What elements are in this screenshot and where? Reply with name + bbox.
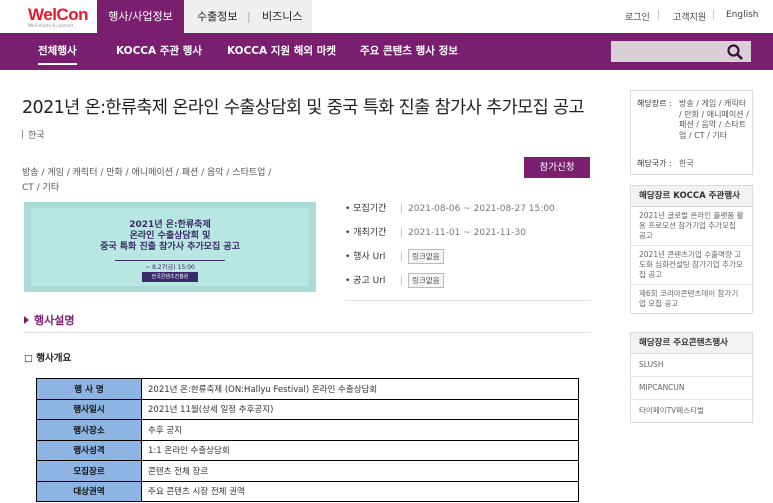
support-link[interactable]: 고객지원 xyxy=(673,10,706,23)
table-row: 행 사 명 2021년 온:한류축제 (ON:Hallyu Festival) 온… xyxy=(36,378,579,400)
sidebar-major-item[interactable]: 타이페이TV페스티벌 xyxy=(631,400,752,422)
welcon-logo[interactable]: WelCon Well-made K-content xyxy=(28,6,88,30)
info-label: 공고 Url xyxy=(353,276,386,286)
table-header-cell: 대상권역 xyxy=(36,480,142,502)
country-marker xyxy=(22,130,23,139)
divider xyxy=(24,332,591,333)
country-text: 한국 xyxy=(28,131,45,141)
table-header-cell: 행사성격 xyxy=(36,439,142,461)
main-nav: 전체행사 KOCCA 주관 행사 KOCCA 지원 해외 마켓 주요 콘텐츠 행… xyxy=(0,33,773,70)
table-cell: 주요 콘텐츠 시장 전체 권역 xyxy=(141,480,579,502)
divider xyxy=(345,300,591,301)
table-cell: 2021년 11월(상세 일정 추후공지) xyxy=(141,398,579,420)
search-icon[interactable] xyxy=(726,43,744,61)
banner-organizer: 한국콘텐츠진흥원 xyxy=(142,272,198,282)
table-cell: 1:1 온라인 수출상담회 xyxy=(141,439,579,461)
subsection-title: □ 행사개요 xyxy=(24,353,72,364)
info-event-url: • 행사 Url | 링크없음 xyxy=(345,249,444,264)
sidebar-major-heading: 해당장르 주요콘텐츠행사 xyxy=(630,332,753,354)
banner-card: 2021년 온:한류축제 온라인 수출상담회 및 중국 특화 진출 참가사 추가… xyxy=(31,208,309,286)
nav-major-content-events[interactable]: 주요 콘텐츠 행사 정보 xyxy=(360,33,458,70)
info-label: 행사 Url xyxy=(353,252,386,262)
sidebar-kocca-heading: 해당장르 KOCCA 주관행사 xyxy=(630,185,753,207)
sidebar-major-list: SLUSH MIPCANCUN 타이페이TV페스티벌 xyxy=(630,354,753,423)
table-header-cell: 행 사 명 xyxy=(36,378,142,400)
info-notice-url: • 공고 Url | 링크없음 xyxy=(345,273,444,288)
table-row: 대상권역 주요 콘텐츠 시장 전체 권역 xyxy=(36,480,579,502)
sidebar-major-item[interactable]: MIPCANCUN xyxy=(631,377,752,400)
top-tab-group: 수출정보 | 비즈니스 xyxy=(184,0,312,33)
top-bar: WelCon Well-made K-content 행사/사업정보 수출정보 … xyxy=(0,0,773,33)
info-event-period: • 개최기간 | 2021-11-01 ~ 2021-11-30 xyxy=(345,228,526,238)
table-cell: 추후 공지 xyxy=(141,419,579,441)
event-url-button[interactable]: 링크없음 xyxy=(408,249,444,264)
tab-business[interactable]: 비즈니스 xyxy=(262,0,302,33)
sidebar-kocca-item[interactable]: 2021년 콘텐츠기업 수출역량 고도화 심화컨설팅 참가기업 추가모집 공고 xyxy=(631,246,752,285)
table-row: 모집장르 콘텐츠 전체 장르 xyxy=(36,460,579,482)
info-label: 개최기간 xyxy=(353,228,387,238)
logo-text: WelCon xyxy=(28,5,88,24)
banner-line-1: 2021년 온:한류축제 xyxy=(129,220,211,230)
table-row: 행사성격 1:1 온라인 수출상담회 xyxy=(36,439,579,461)
util-divider: | xyxy=(712,10,716,20)
nav-kocca-events[interactable]: KOCCA 주관 행사 xyxy=(116,33,202,70)
info-label: 모집기간 xyxy=(353,204,387,214)
nav-kocca-overseas-market[interactable]: KOCCA 지원 해외 마켓 xyxy=(227,33,336,70)
sidebar-genre-value: 방송 / 게임 / 캐릭터 / 만화 / 애니메이션 / 패션 / 음악 / 스… xyxy=(679,99,749,140)
tab-divider: | xyxy=(247,10,251,23)
table-cell: 2021년 온:한류축제 (ON:Hallyu Festival) 온라인 수출… xyxy=(141,378,579,400)
sidebar-meta: 해당장르 : 방송 / 게임 / 캐릭터 / 만화 / 애니메이션 / 패션 /… xyxy=(630,90,753,175)
sidebar-country-label: 해당국가 : xyxy=(637,159,672,168)
sidebar-kocca-item[interactable]: 제6회 코리아콘텐츠데이 참가기업 모집 공고 xyxy=(631,285,752,313)
tab-event-info[interactable]: 행사/사업정보 xyxy=(97,0,184,33)
table-cell: 콘텐츠 전체 장르 xyxy=(141,460,579,482)
table-header-cell: 모집장르 xyxy=(36,460,142,482)
sidebar-kocca-item[interactable]: 2021년 글로벌 온라인 플랫폼 활용 프로모션 참가기업 추가모집 공고 xyxy=(631,207,752,246)
apply-button[interactable]: 참가신청 xyxy=(524,157,590,178)
event-country: 한국 xyxy=(22,128,45,141)
triangle-icon xyxy=(24,316,29,324)
sidebar-major-item[interactable]: SLUSH xyxy=(631,354,752,377)
util-divider: | xyxy=(657,10,661,20)
event-genres: 방송 / 게임 / 캐릭터 / 만화 / 애니메이션 / 패션 / 음악 / 스… xyxy=(22,168,272,193)
notice-url-button[interactable]: 링크없음 xyxy=(408,273,444,288)
info-recruit-period: • 모집기간 | 2021-08-06 ~ 2021-08-27 15:00 xyxy=(345,204,555,214)
info-value: 2021-08-06 ~ 2021-08-27 15:00 xyxy=(408,204,555,214)
event-banner: 2021년 온:한류축제 온라인 수출상담회 및 중국 특화 진출 참가사 추가… xyxy=(24,202,316,292)
login-link[interactable]: 로그인 xyxy=(625,10,650,23)
sidebar-kocca-list: 2021년 글로벌 온라인 플랫폼 활용 프로모션 참가기업 추가모집 공고 2… xyxy=(630,207,753,314)
info-value: 2021-11-01 ~ 2021-11-30 xyxy=(408,228,526,238)
table-header-cell: 행사장소 xyxy=(36,419,142,441)
table-row: 행사일시 2021년 11월(상세 일정 추후공지) xyxy=(36,398,579,420)
sidebar-genre-label: 해당장르 : xyxy=(637,99,672,108)
table-header-cell: 행사일시 xyxy=(36,398,142,420)
banner-line-3: 중국 특화 진출 참가사 추가모집 공고 xyxy=(100,242,240,252)
table-row: 행사장소 추후 공지 xyxy=(36,419,579,441)
section-title: 행사설명 xyxy=(24,312,74,328)
tab-export-info[interactable]: 수출정보 xyxy=(197,0,237,33)
nav-all-events[interactable]: 전체행사 xyxy=(38,33,77,65)
banner-divider xyxy=(115,260,225,261)
event-overview-table: 행 사 명 2021년 온:한류축제 (ON:Hallyu Festival) 온… xyxy=(36,378,579,502)
sidebar-country-value: 한국 xyxy=(679,159,694,168)
banner-deadline: ~ 8.27(금) 15:00 xyxy=(145,264,195,271)
banner-line-2: 온라인 수출상담회 및 xyxy=(129,231,211,241)
english-link[interactable]: English xyxy=(726,10,759,20)
page-title: 2021년 온:한류축제 온라인 수출상담회 및 중국 특화 진출 참가사 추가… xyxy=(22,98,585,118)
